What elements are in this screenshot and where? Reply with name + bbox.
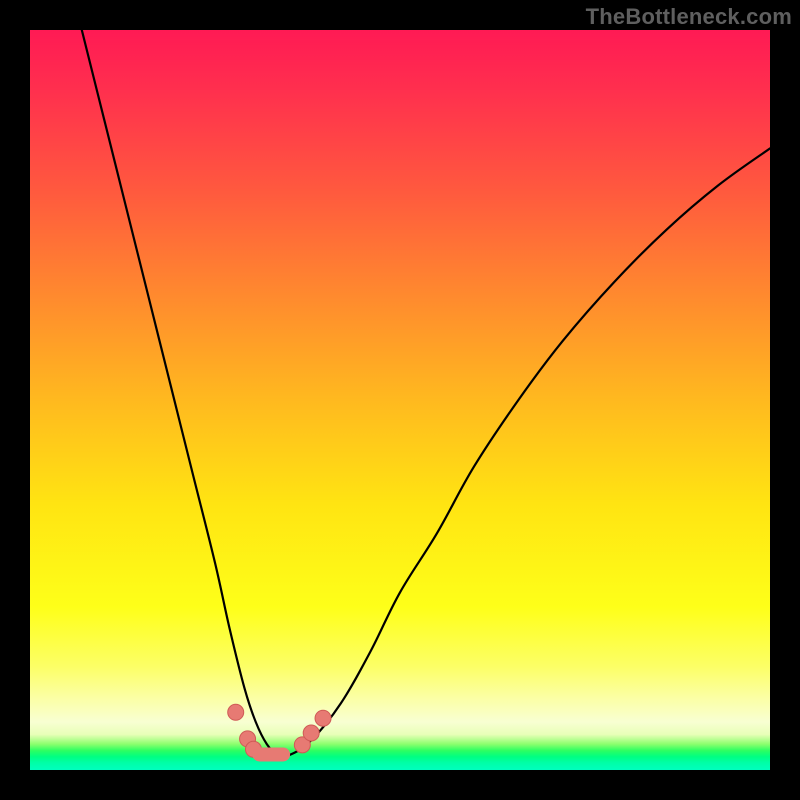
marker-point	[315, 710, 331, 726]
marker-layer	[228, 704, 331, 757]
plot-area	[30, 30, 770, 770]
watermark-text: TheBottleneck.com	[586, 4, 792, 30]
curve-svg	[30, 30, 770, 770]
chart-frame: TheBottleneck.com	[0, 0, 800, 800]
bottleneck-curve	[82, 30, 770, 757]
marker-point	[228, 704, 244, 720]
marker-point	[303, 725, 319, 741]
